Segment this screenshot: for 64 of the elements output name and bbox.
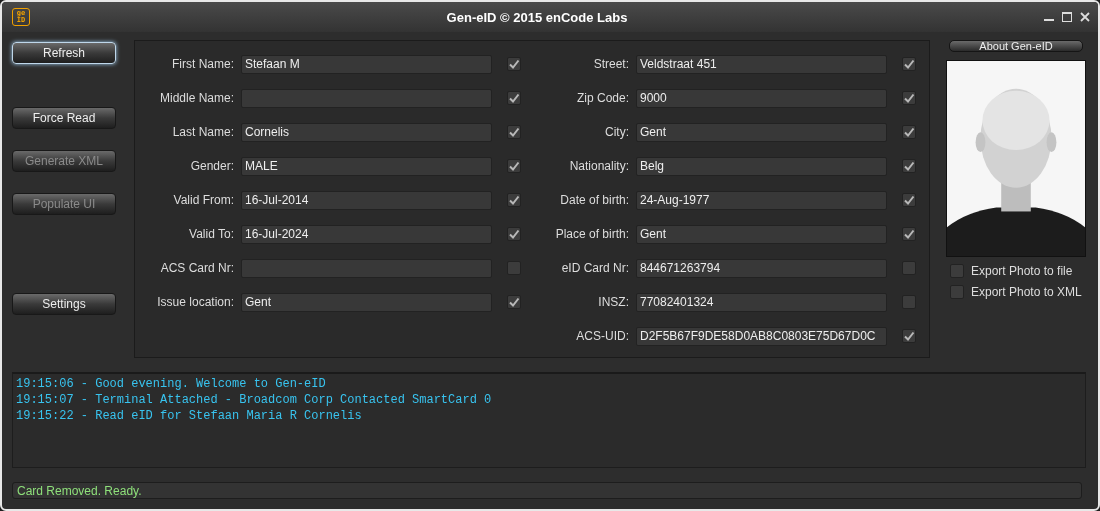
checkbox[interactable] [902,57,916,71]
checkbox[interactable] [507,159,521,173]
text-field[interactable]: Gent [636,122,887,142]
field-label: eID Card Nr: [560,261,629,275]
checkbox[interactable] [950,285,964,299]
field-label: First Name: [171,57,234,71]
text-field[interactable]: MALE [241,156,492,176]
text-field[interactable]: 24-Aug-1977 [636,190,887,210]
field-label: Place of birth: [554,227,629,241]
log-line: 19:15:22 - Read eID for Stefaan Maria R Cornelis [16,409,363,425]
checkbox-label: Export Photo to XML [971,285,1082,299]
checkbox[interactable] [507,125,521,139]
field-label: ACS-UID: [575,329,629,343]
field-label: Date of birth: [559,193,629,207]
field-label: INSZ: [597,295,629,309]
checkbox[interactable] [902,125,916,139]
checkbox[interactable] [902,261,916,275]
text-field[interactable]: Cornelis [241,122,492,142]
checkbox[interactable] [902,329,916,343]
field-label: Issue location: [156,295,234,309]
field-label: Last Name: [171,125,234,139]
field-label: Valid From: [172,193,234,207]
checkbox[interactable] [902,227,916,241]
text-field[interactable]: 844671263794 [636,258,887,278]
field-label: Middle Name: [158,91,234,105]
text-field[interactable]: Belg [636,156,887,176]
text-field[interactable]: D2F5B67F9DE58D0AB8C0803E75D67D0C [636,326,887,346]
checkbox[interactable] [902,295,916,309]
text-field[interactable]: Stefaan M [241,54,492,74]
text-field[interactable]: 9000 [636,88,887,108]
window-title: Gen-eID © 2015 enCode Labs [445,9,629,25]
log-line: 19:15:07 - Terminal Attached - Broadcom Corp Contacted SmartCard 0 [16,393,493,409]
about-button[interactable]: About Gen-eID [949,40,1083,52]
text-field[interactable]: Veldstraat 451 [636,54,887,74]
text-field[interactable]: 77082401324 [636,292,887,312]
checkbox[interactable] [507,91,521,105]
action-button[interactable]: Force Read [12,107,116,129]
checkbox[interactable] [507,57,521,71]
checkbox[interactable] [902,91,916,105]
field-label: City: [604,125,629,139]
checkbox[interactable] [902,193,916,207]
status-bar: Card Removed. Ready. [12,482,1082,499]
checkbox[interactable] [507,295,521,309]
field-label: Valid To: [188,227,234,241]
field-label: Nationality: [568,159,629,173]
action-button[interactable]: Settings [12,293,116,315]
checkbox[interactable] [902,159,916,173]
log-line: 19:15:06 - Good evening. Welcome to Gen-eID [16,377,327,393]
action-button[interactable]: Refresh [12,42,116,64]
field-label: Zip Code: [575,91,629,105]
text-field[interactable]: Gent [636,224,887,244]
text-field[interactable]: 16-Jul-2014 [241,190,492,210]
text-field[interactable]: Gent [241,292,492,312]
field-label: Gender: [189,159,234,173]
checkbox[interactable] [507,261,521,275]
checkbox[interactable] [507,193,521,207]
checkbox[interactable] [507,227,521,241]
field-label: Street: [592,57,629,71]
field-label: ACS Card Nr: [159,261,234,275]
close-icon[interactable] [1080,12,1090,22]
checkbox-label: Export Photo to file [971,264,1073,278]
maximize-icon[interactable] [1062,12,1072,22]
text-field[interactable]: 16-Jul-2024 [241,224,492,244]
checkbox[interactable] [950,264,964,278]
